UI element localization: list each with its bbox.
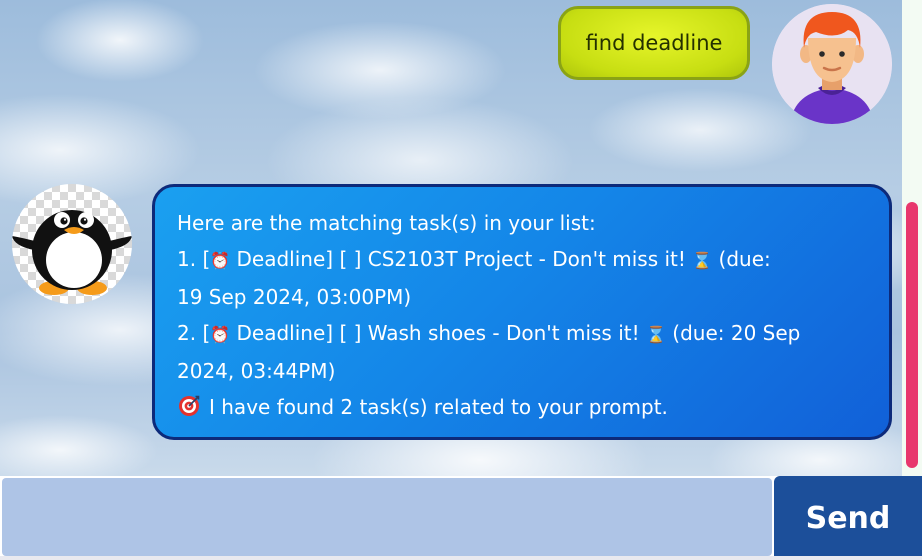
task-description: Deadline] [ ] Wash shoes - Don't miss it…: [230, 321, 646, 345]
chat-scroll-area[interactable]: find deadline Here are the matching task…: [0, 0, 902, 476]
task-due-line: 19 Sep 2024, 03:00PM): [177, 285, 412, 309]
scrollbar-thumb[interactable]: [906, 202, 918, 468]
chat-window: find deadline Here are the matching task…: [0, 0, 922, 560]
user-avatar: [772, 4, 892, 124]
penguin-icon: [12, 210, 132, 295]
task-prefix: 1. [: [177, 247, 211, 271]
bot-avatar: [12, 184, 132, 304]
hourglass-icon: ⌛: [692, 251, 713, 270]
response-intro: Here are the matching task(s) in your li…: [177, 211, 596, 235]
window-bottom-edge: [0, 556, 922, 560]
task-due-line: 2024, 03:44PM): [177, 359, 336, 383]
alarm-clock-icon: ⏰: [210, 325, 231, 344]
message-input[interactable]: [2, 478, 772, 556]
task-due-start: (due:: [712, 247, 771, 271]
target-icon: [177, 393, 201, 429]
user-message-bubble: find deadline: [558, 6, 750, 80]
response-summary: I have found 2 task(s) related to your p…: [209, 395, 668, 419]
task-due-start: (due: 20 Sep: [665, 321, 801, 345]
send-button[interactable]: Send: [774, 476, 922, 560]
hourglass-icon: ⌛: [645, 325, 666, 344]
task-description: Deadline] [ ] CS2103T Project - Don't mi…: [230, 247, 693, 271]
alarm-clock-icon: ⏰: [210, 251, 231, 270]
task-entry-line: 2. [⏰ Deadline] [ ] Wash shoes - Don't m…: [177, 315, 867, 353]
response-summary-line: I have found 2 task(s) related to your p…: [177, 389, 867, 429]
bot-message-bubble: Here are the matching task(s) in your li…: [152, 184, 892, 440]
user-message-text: find deadline: [585, 31, 723, 55]
task-prefix: 2. [: [177, 321, 211, 345]
task-entry-line: 1. [⏰ Deadline] [ ] CS2103T Project - Do…: [177, 241, 867, 279]
